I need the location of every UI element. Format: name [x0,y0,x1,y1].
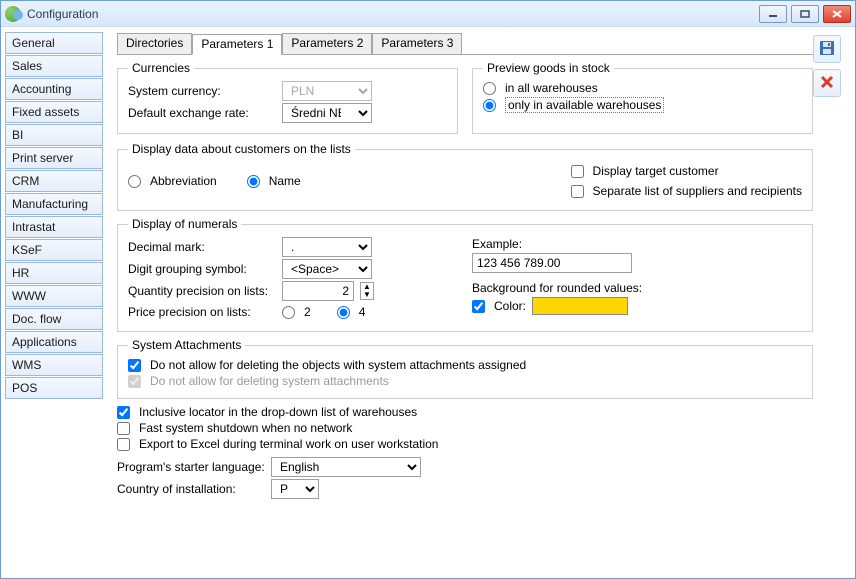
tab-parameters-1[interactable]: Parameters 1 [192,34,282,55]
exchange-rate-select[interactable]: Średni NBP [282,103,372,123]
country-select[interactable]: PL [271,479,319,499]
no-delete-attachments-label: Do not allow for deleting system attachm… [150,374,389,388]
abbrev-label: Abbreviation [150,174,217,188]
numerals-legend: Display of numerals [128,217,241,231]
no-delete-objects-label: Do not allow for deleting the objects wi… [150,358,526,372]
sidebar-item-sales[interactable]: Sales [5,55,103,77]
attachments-group: System Attachments Do not allow for dele… [117,338,813,399]
preview-all-label: in all warehouses [505,81,598,95]
attachments-legend: System Attachments [128,338,245,352]
save-button[interactable] [813,35,841,63]
sidebar-item-hr[interactable]: HR [5,262,103,284]
tabs: Directories Parameters 1 Parameters 2 Pa… [117,33,813,55]
decimal-mark-select[interactable]: . [282,237,372,257]
qty-stepper-down-icon[interactable]: ▼ [361,291,373,299]
tab-parameters-3[interactable]: Parameters 3 [372,33,462,54]
preview-available-label: only in available warehouses [505,97,664,113]
starter-language-label: Program's starter language: [117,460,265,474]
abbrev-radio[interactable] [128,175,141,188]
sidebar-item-fixed-assets[interactable]: Fixed assets [5,101,103,123]
close-icon [820,75,834,92]
country-label: Country of installation: [117,482,265,496]
export-excel-label: Export to Excel during terminal work on … [139,437,438,451]
sidebar-item-accounting[interactable]: Accounting [5,78,103,100]
sidebar-item-print-server[interactable]: Print server [5,147,103,169]
color-swatch[interactable] [532,297,628,315]
fast-shutdown-label: Fast system shutdown when no network [139,421,352,435]
display-customers-legend: Display data about customers on the list… [128,142,355,156]
price-prec-4-radio[interactable] [337,306,350,319]
group-symbol-select[interactable]: <Space> [282,259,372,279]
sidebar-item-doc-flow[interactable]: Doc. flow [5,308,103,330]
currencies-group: Currencies System currency: PLN Default … [117,61,458,134]
preview-all-radio[interactable] [483,82,496,95]
maximize-button[interactable] [791,5,819,23]
name-label: Name [269,174,301,188]
sidebar-item-applications[interactable]: Applications [5,331,103,353]
color-label: Color: [494,299,526,313]
name-radio[interactable] [247,175,260,188]
config-window: Configuration General Sales Accounting F… [0,0,856,579]
group-symbol-label: Digit grouping symbol: [128,262,276,276]
preview-available-radio[interactable] [483,99,496,112]
price-prec-4-label: 4 [359,305,366,319]
inclusive-locator-check[interactable] [117,406,130,419]
decimal-mark-label: Decimal mark: [128,240,276,254]
tab-directories[interactable]: Directories [117,33,192,54]
tab-parameters-2[interactable]: Parameters 2 [282,33,372,54]
display-customers-group: Display data about customers on the list… [117,142,813,211]
sidebar-item-general[interactable]: General [5,32,103,54]
floppy-icon [819,40,835,59]
currencies-legend: Currencies [128,61,194,75]
numerals-group: Display of numerals Decimal mark: . Digi… [117,217,813,332]
sidebar-item-manufacturing[interactable]: Manufacturing [5,193,103,215]
preview-legend: Preview goods in stock [483,61,614,75]
starter-language-select[interactable]: English [271,457,421,477]
minimize-button[interactable] [759,5,787,23]
system-currency-select[interactable]: PLN [282,81,372,101]
example-label: Example: [472,237,522,251]
separate-list-label: Separate list of suppliers and recipient… [593,184,802,198]
fast-shutdown-check[interactable] [117,422,130,435]
app-icon [5,6,21,22]
preview-group: Preview goods in stock in all warehouses… [472,61,813,134]
price-prec-2-radio[interactable] [282,306,295,319]
sidebar: General Sales Accounting Fixed assets BI… [1,27,107,578]
no-delete-objects-check[interactable] [128,359,141,372]
exchange-rate-label: Default exchange rate: [128,106,276,120]
export-excel-check[interactable] [117,438,130,451]
sidebar-item-crm[interactable]: CRM [5,170,103,192]
sidebar-item-wms[interactable]: WMS [5,354,103,376]
color-check[interactable] [472,300,485,313]
inclusive-locator-label: Inclusive locator in the drop-down list … [139,405,417,419]
no-delete-attachments-check [128,375,141,388]
window-title: Configuration [27,7,759,21]
qty-precision-label: Quantity precision on lists: [128,284,276,298]
qty-precision-input[interactable] [282,281,354,301]
price-precision-label: Price precision on lists: [128,305,276,319]
separate-list-check[interactable] [571,185,584,198]
example-value [472,253,632,273]
close-button[interactable] [823,5,851,23]
target-customer-label: Display target customer [593,164,719,178]
cancel-button[interactable] [813,69,841,97]
bg-rounded-label: Background for rounded values: [472,281,642,295]
sidebar-item-pos[interactable]: POS [5,377,103,399]
target-customer-check[interactable] [571,165,584,178]
sidebar-item-intrastat[interactable]: Intrastat [5,216,103,238]
sidebar-item-bi[interactable]: BI [5,124,103,146]
sidebar-item-www[interactable]: WWW [5,285,103,307]
system-currency-label: System currency: [128,84,276,98]
sidebar-item-ksef[interactable]: KSeF [5,239,103,261]
price-prec-2-label: 2 [304,305,311,319]
titlebar: Configuration [1,1,855,27]
